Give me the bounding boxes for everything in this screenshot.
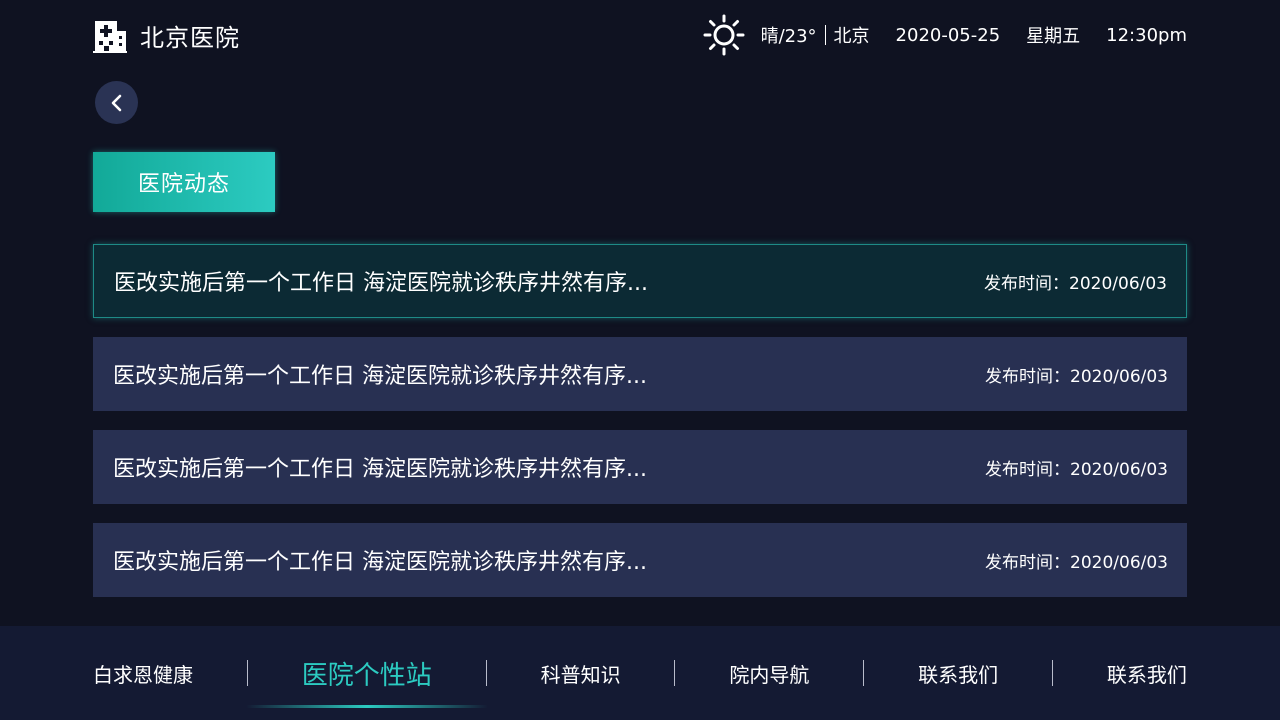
- nav-divider: [246, 660, 248, 686]
- section-title: 医院动态: [137, 172, 230, 197]
- status-bar: 晴/23° 北京 2020-05-25 星期五 12:30pm: [703, 14, 1187, 56]
- sun-icon: [703, 14, 745, 56]
- back-button[interactable]: [95, 81, 138, 124]
- nav-item-contact-2[interactable]: 联系我们: [1107, 659, 1187, 688]
- nav-divider: [485, 660, 487, 686]
- section-tab-hospital-news[interactable]: 医院动态: [93, 152, 275, 212]
- chevron-left-icon: [111, 94, 121, 111]
- nav-item-science[interactable]: 科普知识: [541, 659, 621, 688]
- news-item[interactable]: 医改实施后第一个工作日 海淀医院就诊秩序井然有序... 发布时间：2020/06…: [93, 430, 1187, 504]
- nav-divider: [863, 660, 865, 686]
- nav-item-contact[interactable]: 联系我们: [918, 659, 998, 688]
- news-list: 医改实施后第一个工作日 海淀医院就诊秩序井然有序... 发布时间：2020/06…: [93, 244, 1187, 616]
- time-text: 12:30pm: [1106, 24, 1187, 46]
- screen: 北京医院 晴/23° 北京 2020-05-25 星期五 12:30pm 医院动…: [0, 0, 1280, 720]
- date-text: 2020-05-25: [895, 24, 1001, 46]
- city-text: 北京: [833, 26, 870, 47]
- status-divider: [824, 25, 826, 45]
- news-date: 发布时间：2020/06/03: [984, 273, 1167, 294]
- news-date: 发布时间：2020/06/03: [985, 366, 1168, 387]
- news-title: 医改实施后第一个工作日 海淀医院就诊秩序井然有序...: [113, 550, 647, 575]
- weather-text: 晴/23°: [760, 26, 817, 47]
- news-date: 发布时间：2020/06/03: [985, 552, 1168, 573]
- news-title: 医改实施后第一个工作日 海淀医院就诊秩序井然有序...: [113, 457, 647, 482]
- nav-item-hospital-site[interactable]: 医院个性站: [245, 655, 488, 708]
- news-item[interactable]: 医改实施后第一个工作日 海淀医院就诊秩序井然有序... 发布时间：2020/06…: [93, 244, 1187, 318]
- nav-item-bethune-health[interactable]: 白求恩健康: [93, 659, 193, 688]
- brand: 北京医院: [93, 17, 240, 53]
- bottom-nav: 白求恩健康 医院个性站 科普知识 院内导航 联系我们 联系我们: [0, 626, 1280, 720]
- news-item[interactable]: 医改实施后第一个工作日 海淀医院就诊秩序井然有序... 发布时间：2020/06…: [93, 337, 1187, 411]
- news-date: 发布时间：2020/06/03: [985, 459, 1168, 480]
- news-item[interactable]: 医改实施后第一个工作日 海淀医院就诊秩序井然有序... 发布时间：2020/06…: [93, 523, 1187, 597]
- bottom-nav-items: 白求恩健康 医院个性站 科普知识 院内导航 联系我们 联系我们: [93, 626, 1187, 720]
- news-title: 医改实施后第一个工作日 海淀医院就诊秩序井然有序...: [113, 364, 647, 389]
- nav-divider: [1052, 660, 1054, 686]
- header: 北京医院 晴/23° 北京 2020-05-25 星期五 12:30pm: [93, 14, 1187, 56]
- nav-divider: [674, 660, 676, 686]
- hospital-icon: [93, 21, 127, 53]
- weekday-text: 星期五: [1026, 26, 1081, 47]
- hospital-name: 北京医院: [140, 23, 240, 52]
- news-title: 医改实施后第一个工作日 海淀医院就诊秩序井然有序...: [114, 271, 648, 296]
- nav-item-navigation[interactable]: 院内导航: [729, 659, 809, 688]
